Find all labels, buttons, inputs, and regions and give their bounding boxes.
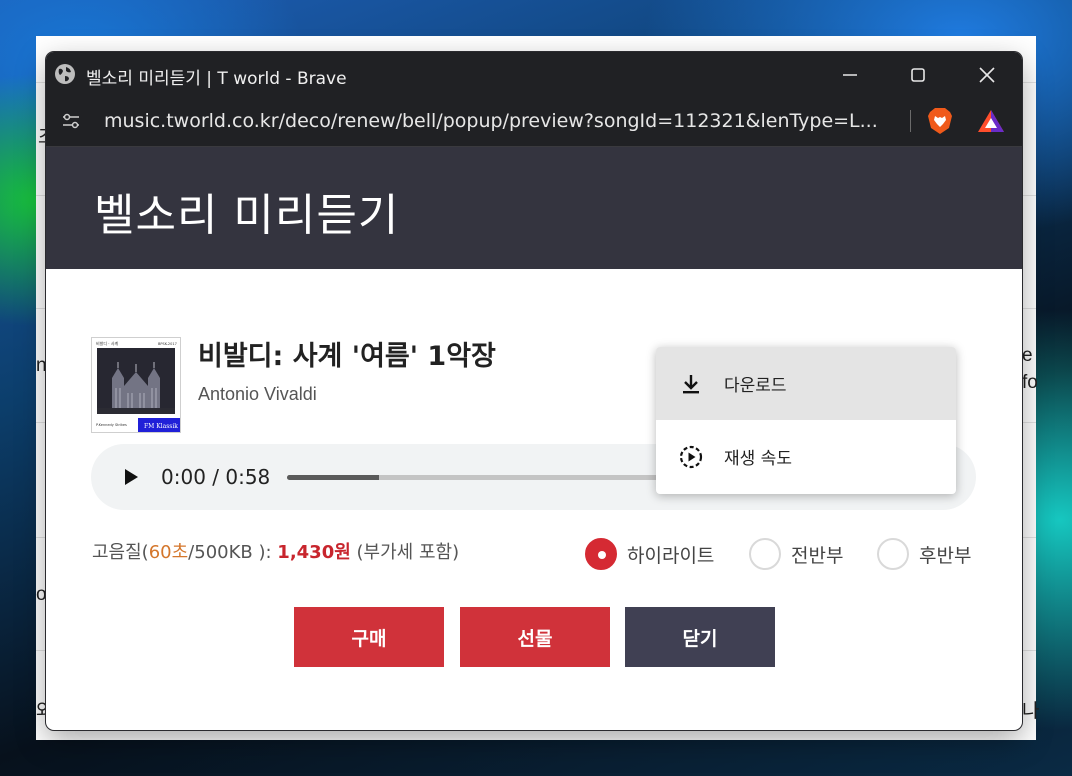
playback-speed-icon (679, 445, 703, 468)
vat-note: (부가세 포함) (356, 542, 460, 563)
progress-bar[interactable] (287, 475, 687, 480)
behind-text-fragment: fo (1022, 372, 1038, 393)
behind-text-fragment: n (36, 355, 47, 376)
maximize-button[interactable] (903, 60, 933, 90)
gift-button[interactable]: 선물 (460, 607, 610, 667)
menu-item-label: 다운로드 (724, 376, 787, 396)
progress-fill (287, 475, 379, 480)
price: 1,430원 (277, 542, 351, 563)
close-button[interactable]: 닫기 (625, 607, 775, 667)
download-icon (683, 374, 699, 393)
radio-button-selected[interactable] (585, 538, 617, 570)
radio-highlight[interactable]: 하이라이트 (585, 536, 714, 572)
album-art-image: 비발디 · 사계 BPSK-2017 P.Kennedy Strikes FM … (92, 338, 180, 432)
radio-second-half[interactable]: 후반부 (877, 536, 971, 572)
brave-shields-icon[interactable] (926, 106, 954, 136)
radio-button[interactable] (749, 538, 781, 570)
time-display: 0:00 / 0:58 (161, 465, 271, 489)
radio-button[interactable] (877, 538, 909, 570)
album-text-top-right: BPSK-2017 (158, 342, 177, 346)
popup-window: 벨소리 미리듣기 | T world - Brave music.tworld.… (46, 52, 1022, 730)
behind-text-fragment: e (1022, 345, 1033, 366)
site-settings-icon[interactable] (60, 110, 82, 132)
window-title: 벨소리 미리듣기 | T world - Brave (86, 69, 347, 89)
brave-rewards-icon[interactable] (976, 108, 1006, 134)
quality-size: /500KB ): (188, 542, 272, 563)
url-text[interactable]: music.tworld.co.kr/deco/renew/bell/popup… (104, 110, 884, 132)
song-title: 비발디: 사계 '여름' 1악장 (198, 341, 496, 372)
window-titlebar[interactable]: 벨소리 미리듣기 | T world - Brave (46, 52, 1022, 96)
quality-info: 고음질(60초/500KB ): 1,430원 (부가세 포함) (92, 538, 459, 564)
close-window-button[interactable] (972, 60, 1002, 90)
page-header: 벨소리 미리듣기 (46, 147, 1022, 269)
radio-label: 하이라이트 (627, 544, 715, 567)
album-badge: FM Klassik (144, 423, 178, 430)
album-text-top-left: 비발디 · 사계 (96, 340, 119, 346)
quality-prefix: 고음질( (92, 542, 149, 563)
radio-label: 후반부 (919, 544, 972, 567)
play-icon[interactable] (119, 466, 141, 488)
address-separator (910, 110, 911, 132)
radio-first-half[interactable]: 전반부 (749, 536, 843, 572)
album-text-bottom-left: P.Kennedy Strikes (96, 423, 127, 427)
page-title: 벨소리 미리듣기 (94, 190, 400, 241)
globe-icon (55, 64, 75, 84)
player-options-menu: 다운로드 재생 속도 (656, 347, 956, 494)
quality-seconds: 60초 (148, 542, 189, 563)
song-artist: Antonio Vivaldi (198, 384, 317, 404)
address-bar: music.tworld.co.kr/deco/renew/bell/popup… (46, 96, 1022, 147)
album-art: 비발디 · 사계 BPSK-2017 P.Kennedy Strikes FM … (91, 337, 181, 433)
minimize-button[interactable] (835, 60, 865, 90)
radio-label: 전반부 (791, 544, 844, 567)
menu-item-label: 재생 속도 (724, 449, 792, 469)
behind-text-fragment: 나 (1022, 701, 1040, 722)
menu-item-playback-speed[interactable]: 재생 속도 (656, 420, 956, 493)
menu-item-download[interactable]: 다운로드 (656, 347, 956, 420)
buy-button[interactable]: 구매 (294, 607, 444, 667)
